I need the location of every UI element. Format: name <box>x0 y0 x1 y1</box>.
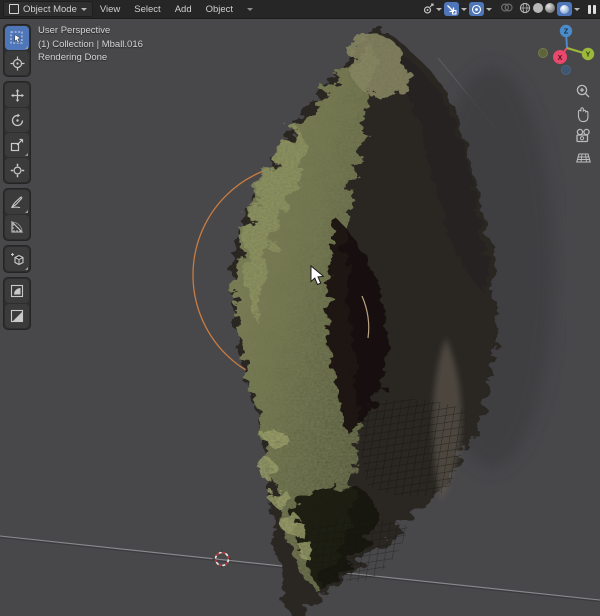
snap-dropdown[interactable] <box>444 2 467 16</box>
tool-scale[interactable] <box>5 133 29 157</box>
tool-measure[interactable] <box>5 215 29 239</box>
object-mode-icon <box>9 4 19 14</box>
chevron-down-icon <box>461 8 467 11</box>
proportional-editing-icon <box>469 2 484 16</box>
pause-icon <box>588 5 591 14</box>
render-status-label: Rendering Done <box>38 51 143 65</box>
tool-rounded-corner[interactable] <box>5 279 29 303</box>
pause-button[interactable] <box>588 5 596 14</box>
box-cutter-icon <box>10 309 24 323</box>
chevron-down-icon <box>81 8 87 11</box>
transform-icon <box>10 163 25 178</box>
move-icon <box>10 88 25 103</box>
3d-cursor-icon <box>10 56 25 71</box>
menu-object[interactable]: Object <box>199 0 240 18</box>
solid-shading-icon <box>533 3 543 13</box>
view-name-label: User Perspective <box>38 24 143 38</box>
viewport-header: Object Mode View Select Add Object <box>0 0 600 19</box>
pivot-point-dropdown[interactable] <box>421 3 442 16</box>
rotate-icon <box>10 113 25 128</box>
axis-z-ball[interactable]: Z <box>560 25 572 37</box>
shading-solid[interactable] <box>533 3 543 16</box>
rounded-corner-icon <box>10 284 24 298</box>
snap-icon <box>444 2 459 16</box>
tool-annotate[interactable] <box>5 190 29 214</box>
active-collection-label: (1) Collection | Mball.016 <box>38 38 143 52</box>
menu-add[interactable]: Add <box>168 0 199 18</box>
tool-rotate[interactable] <box>5 108 29 132</box>
scale-icon <box>10 138 24 152</box>
material-preview-icon <box>545 3 555 13</box>
tool-shelf <box>3 24 31 330</box>
tool-add-cube[interactable] <box>5 247 29 271</box>
mode-label: Object Mode <box>23 4 77 15</box>
pivot-point-icon <box>421 3 434 16</box>
mode-selector[interactable]: Object Mode <box>3 1 93 17</box>
menu-view[interactable]: View <box>93 0 127 18</box>
chevron-down-icon <box>486 8 492 11</box>
add-cube-icon <box>10 252 25 267</box>
measure-icon <box>10 220 24 234</box>
shading-material[interactable] <box>545 3 555 16</box>
svg-text:X: X <box>558 55 563 62</box>
shading-options-chevron[interactable] <box>574 8 580 11</box>
axis-y-ball[interactable]: Y <box>582 48 594 60</box>
annotate-pen-icon <box>10 195 24 209</box>
axis-x-ball[interactable]: X <box>553 50 567 64</box>
overlays-toggle[interactable] <box>500 1 513 17</box>
chevron-down-icon <box>436 8 442 11</box>
tool-box-cutter[interactable] <box>5 304 29 328</box>
mesh-wireframe-patch <box>361 399 466 496</box>
tool-select-box[interactable] <box>5 26 29 50</box>
tool-cursor[interactable] <box>5 51 29 75</box>
shading-rendered[interactable] <box>557 2 572 16</box>
rendered-shading-icon <box>560 5 569 14</box>
axis-neg-z-ball[interactable] <box>562 66 571 75</box>
tool-transform[interactable] <box>5 158 29 182</box>
menu-select[interactable]: Select <box>127 0 167 18</box>
overlays-icon <box>500 1 513 14</box>
shading-wireframe[interactable] <box>519 2 531 17</box>
tool-move[interactable] <box>5 83 29 107</box>
wireframe-shading-icon <box>519 2 531 14</box>
svg-text:Z: Z <box>564 29 569 36</box>
3d-viewport[interactable]: Z X Y <box>0 18 600 616</box>
axis-neg-y-ball[interactable] <box>539 49 548 58</box>
more-menus-chevron[interactable] <box>240 0 260 18</box>
select-cursor-icon <box>10 31 24 45</box>
proportional-editing-dropdown[interactable] <box>469 2 492 16</box>
viewport-overlay-text: User Perspective (1) Collection | Mball.… <box>38 24 143 65</box>
svg-text:Y: Y <box>586 52 591 59</box>
